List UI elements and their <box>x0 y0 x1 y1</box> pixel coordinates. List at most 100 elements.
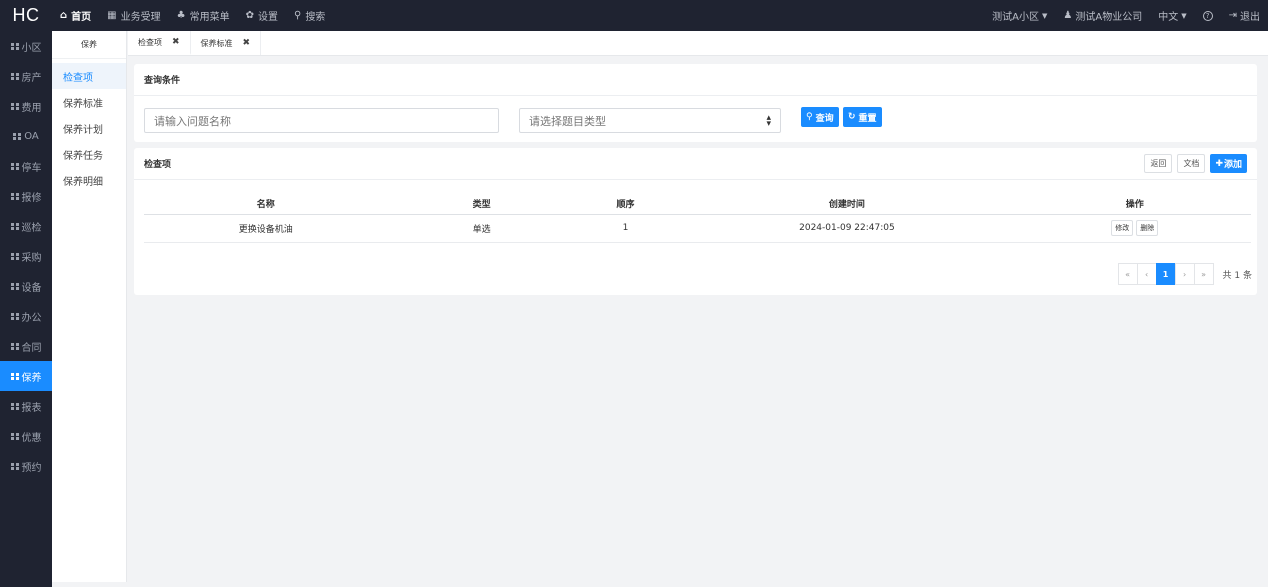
check-items-table: 名称 类型 顺序 创建时间 操作 更换设备机油 单选 1 2024-01-09 … <box>144 193 1251 243</box>
sidebar-item-label: 费用 <box>21 102 42 114</box>
sidebar-item-0[interactable]: 小区 <box>0 31 52 61</box>
language-dropdown[interactable]: 中文 ▼ <box>1150 8 1194 24</box>
select-arrows-icon: ▴ ▾ <box>766 113 771 129</box>
help-button[interactable]: ? <box>1195 10 1221 21</box>
query-panel-title: 查询条件 <box>134 64 1257 96</box>
grid-icon <box>13 132 22 140</box>
sidebar-item-label: 房产 <box>21 72 42 84</box>
cell-name: 更换设备机油 <box>144 214 388 243</box>
next-page-button[interactable]: › <box>1174 263 1195 285</box>
nav-search[interactable]: ⚲ 搜索 <box>286 0 333 31</box>
col-actions: 操作 <box>1018 193 1251 215</box>
tab-check-items[interactable]: 检查项 ✖ <box>128 31 191 55</box>
sub-menu-item-1[interactable]: 保养标准 <box>52 89 126 115</box>
sidebar-item-label: 优惠 <box>21 432 42 444</box>
page-1-button[interactable]: 1 <box>1155 263 1176 285</box>
last-page-button[interactable]: » <box>1193 263 1214 285</box>
delete-button[interactable]: 删除 <box>1136 220 1159 236</box>
search-icon: ⚲ <box>293 10 302 21</box>
back-button[interactable]: 返回 <box>1144 154 1173 173</box>
sidebar-item-11[interactable]: 保养 <box>0 361 52 391</box>
col-created-time: 创建时间 <box>675 193 1019 215</box>
question-type-select[interactable]: 请选择题目类型 ▴ ▾ <box>519 108 781 133</box>
nav-common-menu[interactable]: ♣ 常用菜单 <box>169 0 238 31</box>
doc-button[interactable]: 文档 <box>1177 154 1206 173</box>
sub-menu-item-3[interactable]: 保养任务 <box>52 141 126 167</box>
table-row: 更换设备机油 单选 1 2024-01-09 22:47:05 修改 删除 <box>144 214 1251 243</box>
sidebar-item-3[interactable]: OA <box>0 121 52 151</box>
page-tabs: 检查项 ✖ 保养标准 ✖ <box>128 31 1268 56</box>
company-menu[interactable]: ♟ 测试A物业公司 <box>1055 8 1150 23</box>
help-icon: ? <box>1202 10 1213 21</box>
sidebar-item-label: 设备 <box>21 282 42 294</box>
sidebar-item-label: 合同 <box>21 342 42 354</box>
grid-icon <box>10 342 19 350</box>
sidebar-item-12[interactable]: 报表 <box>0 391 52 421</box>
caret-down-icon: ▼ <box>1042 11 1048 20</box>
app-logo[interactable]: HC <box>0 5 52 26</box>
user-icon: ♟ <box>1063 10 1073 21</box>
grid-icon <box>10 72 19 80</box>
sub-menu-title: 保养 <box>52 31 126 59</box>
nav-home[interactable]: ⌂ 首页 <box>52 0 99 31</box>
grid-icon <box>10 312 19 320</box>
question-name-input[interactable]: 请输入问题名称 <box>144 108 499 133</box>
search-button[interactable]: ⚲ 查询 <box>801 107 839 127</box>
grid-icon <box>10 42 19 50</box>
community-dropdown[interactable]: 测试A小区 ▼ <box>984 8 1055 24</box>
sidebar-item-label: 巡检 <box>21 222 42 234</box>
sidebar-item-label: OA <box>24 130 39 142</box>
reset-button[interactable]: ↻ 重置 <box>843 107 882 127</box>
caret-down-icon: ▼ <box>1181 11 1187 20</box>
close-icon[interactable]: ✖ <box>172 37 180 47</box>
grid-icon <box>10 102 19 110</box>
tab-maintenance-standard[interactable]: 保养标准 ✖ <box>191 31 262 55</box>
sidebar-item-1[interactable]: 房产 <box>0 61 52 91</box>
col-order: 顺序 <box>575 193 676 215</box>
sub-menu-item-4[interactable]: 保养明细 <box>52 167 126 193</box>
cell-actions: 修改 删除 <box>1018 214 1251 243</box>
total-count: 共 1 条 <box>1222 270 1252 281</box>
check-items-panel: 检查项 返回 文档 ✚ 添加 名称 类型 顺序 创建时间 操作 更换设备机油 单选… <box>134 148 1257 295</box>
col-type: 类型 <box>387 193 576 215</box>
nav-settings[interactable]: ✿ 设置 <box>238 0 286 31</box>
sidebar-item-5[interactable]: 报修 <box>0 181 52 211</box>
list-panel-title: 检查项 <box>144 160 172 170</box>
sub-menu-item-0[interactable]: 检查项 <box>52 63 126 89</box>
sidebar-item-4[interactable]: 停车 <box>0 151 52 181</box>
grid-icon <box>10 162 19 170</box>
logout-button[interactable]: ⇥ 退出 <box>1221 8 1268 23</box>
nav-business[interactable]: ▦ 业务受理 <box>99 0 168 31</box>
cell-order: 1 <box>575 214 676 243</box>
close-icon[interactable]: ✖ <box>243 38 251 48</box>
first-page-button[interactable]: « <box>1117 263 1138 285</box>
home-icon: ⌂ <box>60 10 68 21</box>
sidebar-item-label: 预约 <box>21 462 42 474</box>
grid-icon <box>10 222 19 230</box>
sidebar-item-7[interactable]: 采购 <box>0 241 52 271</box>
plus-icon: ✚ <box>1215 158 1223 169</box>
logout-icon: ⇥ <box>1228 10 1237 21</box>
sub-menu-item-2[interactable]: 保养计划 <box>52 115 126 141</box>
sidebar-item-label: 报表 <box>21 402 42 414</box>
sidebar-item-6[interactable]: 巡检 <box>0 211 52 241</box>
grid-icon <box>10 402 19 410</box>
sub-menu: 保养 检查项 保养标准 保养计划 保养任务 保养明细 <box>52 31 127 582</box>
calculator-icon: ▦ <box>107 10 117 21</box>
add-button[interactable]: ✚ 添加 <box>1210 154 1247 173</box>
sidebar-item-9[interactable]: 办公 <box>0 301 52 331</box>
sidebar-item-label: 小区 <box>21 42 42 54</box>
sidebar-item-label: 采购 <box>21 252 42 264</box>
gear-icon: ✿ <box>245 10 254 21</box>
edit-button[interactable]: 修改 <box>1111 220 1134 236</box>
sidebar-item-10[interactable]: 合同 <box>0 331 52 361</box>
search-icon: ⚲ <box>806 112 813 122</box>
sidebar-item-8[interactable]: 设备 <box>0 271 52 301</box>
sidebar-item-14[interactable]: 预约 <box>0 451 52 481</box>
grid-icon <box>10 432 19 440</box>
prev-page-button[interactable]: ‹ <box>1136 263 1157 285</box>
query-panel: 查询条件 请输入问题名称 请选择题目类型 ▴ ▾ ⚲ 查询 ↻ 重置 <box>134 64 1257 142</box>
sidebar-item-13[interactable]: 优惠 <box>0 421 52 451</box>
grid-icon <box>10 192 19 200</box>
sidebar-item-2[interactable]: 费用 <box>0 91 52 121</box>
